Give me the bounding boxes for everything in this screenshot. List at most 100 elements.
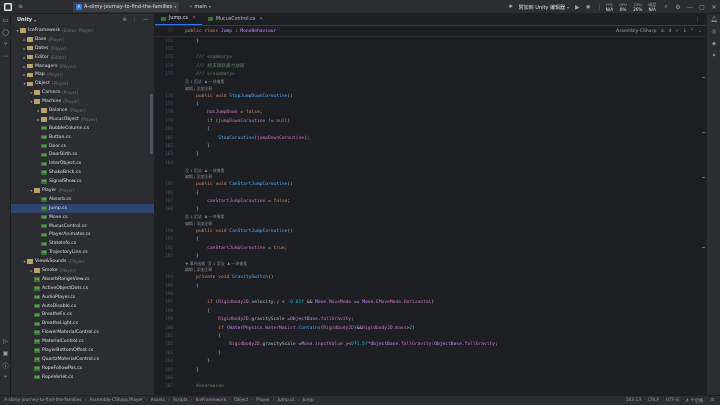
breadcrumb-item[interactable]: Jump — [303, 398, 314, 403]
tree-file[interactable]: C# ShakeBrick.cs — [11, 168, 154, 177]
file-encoding[interactable]: UTF-8 — [666, 398, 679, 404]
chevron-up-icon[interactable]: ⌃ — [690, 29, 694, 34]
tree-file[interactable]: C# TrajectoryLine.cs — [11, 248, 154, 257]
ai-assistant-icon[interactable]: ✦ — [707, 50, 720, 62]
line-ending[interactable]: CRLF — [648, 398, 659, 404]
more-tools-icon[interactable]: ⋯ — [0, 50, 11, 62]
chevron-down-icon[interactable]: ⌄ — [698, 29, 702, 34]
tree-folder[interactable]: ▸ MucusObject (Player) — [11, 115, 154, 124]
folder-icon[interactable]: ▭ — [0, 14, 11, 26]
lock-icon[interactable]: ⊡ — [710, 398, 714, 404]
breadcrumb-item[interactable]: Assets — [151, 398, 165, 403]
close-icon[interactable]: ✕ — [708, 0, 720, 14]
rider-logo-icon[interactable] — [4, 2, 12, 11]
tree-file[interactable]: C# Door.cs — [11, 142, 154, 151]
tree-file[interactable]: C# StateInfo.cs — [11, 239, 154, 248]
git-icon[interactable]: ⑂ — [0, 371, 11, 383]
code-text: Rigidbody2D.gravityScale =ObjectBase.fal… — [218, 317, 354, 323]
tree-folder[interactable]: ▾ IceFramework (Editor, Player) — [11, 26, 154, 35]
notifications-icon[interactable]: 🔔︎ — [707, 14, 720, 26]
database-icon[interactable]: ◎ — [707, 26, 720, 38]
tree-file[interactable]: C# RopeVerlet.cs — [11, 373, 154, 382]
assembly-indicator[interactable]: Assembly-CSharp ⚠ 4 ✓ 1 ⌃ ⌄ — [616, 29, 702, 34]
tree-folder[interactable]: ▸ Base (Player) — [11, 35, 154, 44]
editor-tab[interactable]: Jump.cs ✕ — [155, 13, 202, 25]
run-tool-icon[interactable]: ▷ — [0, 335, 11, 347]
tree-item-label: Camera — [42, 90, 61, 96]
tree-file[interactable]: C# BreatheFx.cs — [11, 311, 154, 320]
tree-file[interactable]: C# RopeFollowPos.cs — [11, 364, 154, 373]
tree-file[interactable]: C# MucusControl.cs — [11, 222, 154, 231]
more-tabs-icon[interactable]: ⋮ — [695, 17, 700, 23]
debug-icon[interactable]: ✸ — [586, 4, 591, 11]
project-panel-header[interactable]: Unity ▾ ⊕ ⋮ — — [11, 14, 154, 26]
breadcrumb-item[interactable]: Assembly-CSharp.Player — [89, 398, 143, 403]
maximize-icon[interactable]: ▢ — [696, 0, 708, 14]
code-text: } — [185, 253, 199, 259]
tree-file[interactable]: C# BubbleColumn.cs — [11, 124, 154, 133]
gear-icon[interactable]: ⚙ — [672, 0, 684, 14]
unity-run-config[interactable]: 附加到 Unity 编辑器 ▾ — [516, 2, 572, 12]
code-text: private void GravitySwitch() — [196, 275, 274, 281]
tree-file[interactable]: C# PlayerAnimator.cs — [11, 230, 154, 239]
code-text: public void StopJumpDownCoroutine() — [196, 93, 293, 99]
tree-folder[interactable]: ▸ Balance (Player) — [11, 106, 154, 115]
tree-file[interactable]: C# AutoDisable.cs — [11, 302, 154, 311]
line-number: 191 — [165, 237, 173, 243]
tree-folder[interactable]: ▾ View&Sounds (Player) — [11, 257, 154, 266]
more-icon[interactable]: ⋮ — [597, 4, 603, 11]
tree-file[interactable]: C# BreatheLight.cs — [11, 319, 154, 328]
close-tab-icon[interactable]: ✕ — [259, 17, 263, 22]
tree-file[interactable]: C# QuartzMaterialControl.cs — [11, 355, 154, 364]
tree-folder[interactable]: ▾ Object (Player) — [11, 79, 154, 88]
menu-icon[interactable]: ≡ — [18, 3, 23, 10]
tree-file[interactable]: C# AudioPlayer.cs — [11, 293, 154, 302]
tree-file[interactable]: C# Move.cs — [11, 213, 154, 222]
tree-folder[interactable]: ▸ Smoke (Player) — [11, 266, 154, 275]
breadcrumb-item[interactable]: IceFramework — [196, 398, 227, 403]
tree-file[interactable]: C# PlayerBottomOffset.cs — [11, 346, 154, 355]
search-icon[interactable]: ⌕ — [660, 0, 672, 14]
code-area[interactable]: 171 } 172 173 /// <summary> 174 /// 结束跳跃蓄力协… — [155, 37, 706, 387]
tree-file[interactable]: C# AbsorbRangeView.cs — [11, 275, 154, 284]
unity-icon[interactable]: ◈ — [707, 38, 720, 50]
breadcrumb-item[interactable]: Object — [234, 398, 248, 403]
bug-icon[interactable]: ✱ — [508, 4, 512, 10]
tree-file[interactable]: C# DoorBirth.cs — [11, 150, 154, 159]
tree-file[interactable]: C# MaterialControl.cs — [11, 337, 154, 346]
tree-file[interactable]: C# FlowerMaterialControl.cs — [11, 328, 154, 337]
tree-file[interactable]: C# Jump.cs — [11, 203, 154, 213]
tree-file[interactable]: C# InterObject.cs — [11, 159, 154, 168]
tree-folder[interactable]: ▸ Dates (Player) — [11, 44, 154, 53]
breadcrumb-item[interactable]: Scripts — [173, 398, 188, 403]
code-text: } — [185, 38, 199, 44]
close-tab-icon[interactable]: ✕ — [192, 16, 196, 21]
tree-folder[interactable]: ▸ Map (Player) — [11, 70, 154, 79]
run-icon[interactable]: ▶ — [575, 4, 580, 11]
editor-tab[interactable]: MucusControl.cs ✕ — [202, 13, 269, 25]
tree-folder[interactable]: ▸ Editor (Editor) — [11, 53, 154, 62]
project-scrollbar[interactable] — [150, 94, 153, 154]
tree-folder[interactable]: ▸ Managers (Player) — [11, 62, 154, 71]
code-line: 182 } — [155, 142, 706, 150]
tree-folder[interactable]: ▸ Camera (Player) — [11, 88, 154, 97]
terminal-icon[interactable]: ▣ — [0, 347, 11, 359]
tree-file[interactable]: C# SignalShow.cs — [11, 177, 154, 186]
problems-icon[interactable]: ⓘ — [0, 359, 11, 371]
minimize-icon[interactable]: — — [684, 0, 696, 14]
panel-tools-icon[interactable]: ⊕ ⋮ — — [123, 17, 150, 23]
breadcrumb-item[interactable]: A-slimy-journey-to-find-the-families — [4, 398, 82, 403]
project-switcher[interactable]: A A-slimy-journey-to-find-the-families ▾ — [73, 1, 180, 12]
breadcrumb-item[interactable]: Jump.cs — [278, 398, 295, 403]
tree-file[interactable]: C# Button.cs — [11, 133, 154, 142]
tree-folder[interactable]: ▾ Machine (Player) — [11, 97, 154, 106]
tree-file[interactable]: C# Absorb.cs — [11, 195, 154, 204]
pull-request-icon[interactable]: ⑂ — [0, 38, 11, 50]
caret-position[interactable]: 163:13 — [626, 398, 641, 404]
indent-setting[interactable]: 4 个空格 — [686, 398, 703, 404]
breadcrumb-item[interactable]: Player — [256, 398, 270, 403]
tree-folder[interactable]: ▾ Player (Player) — [11, 186, 154, 195]
commit-icon[interactable]: ◯ — [0, 26, 11, 38]
tree-file[interactable]: C# ActiveObjectDots.cs — [11, 284, 154, 293]
branch-switcher[interactable]: ⑂ main ▾ — [189, 4, 211, 10]
